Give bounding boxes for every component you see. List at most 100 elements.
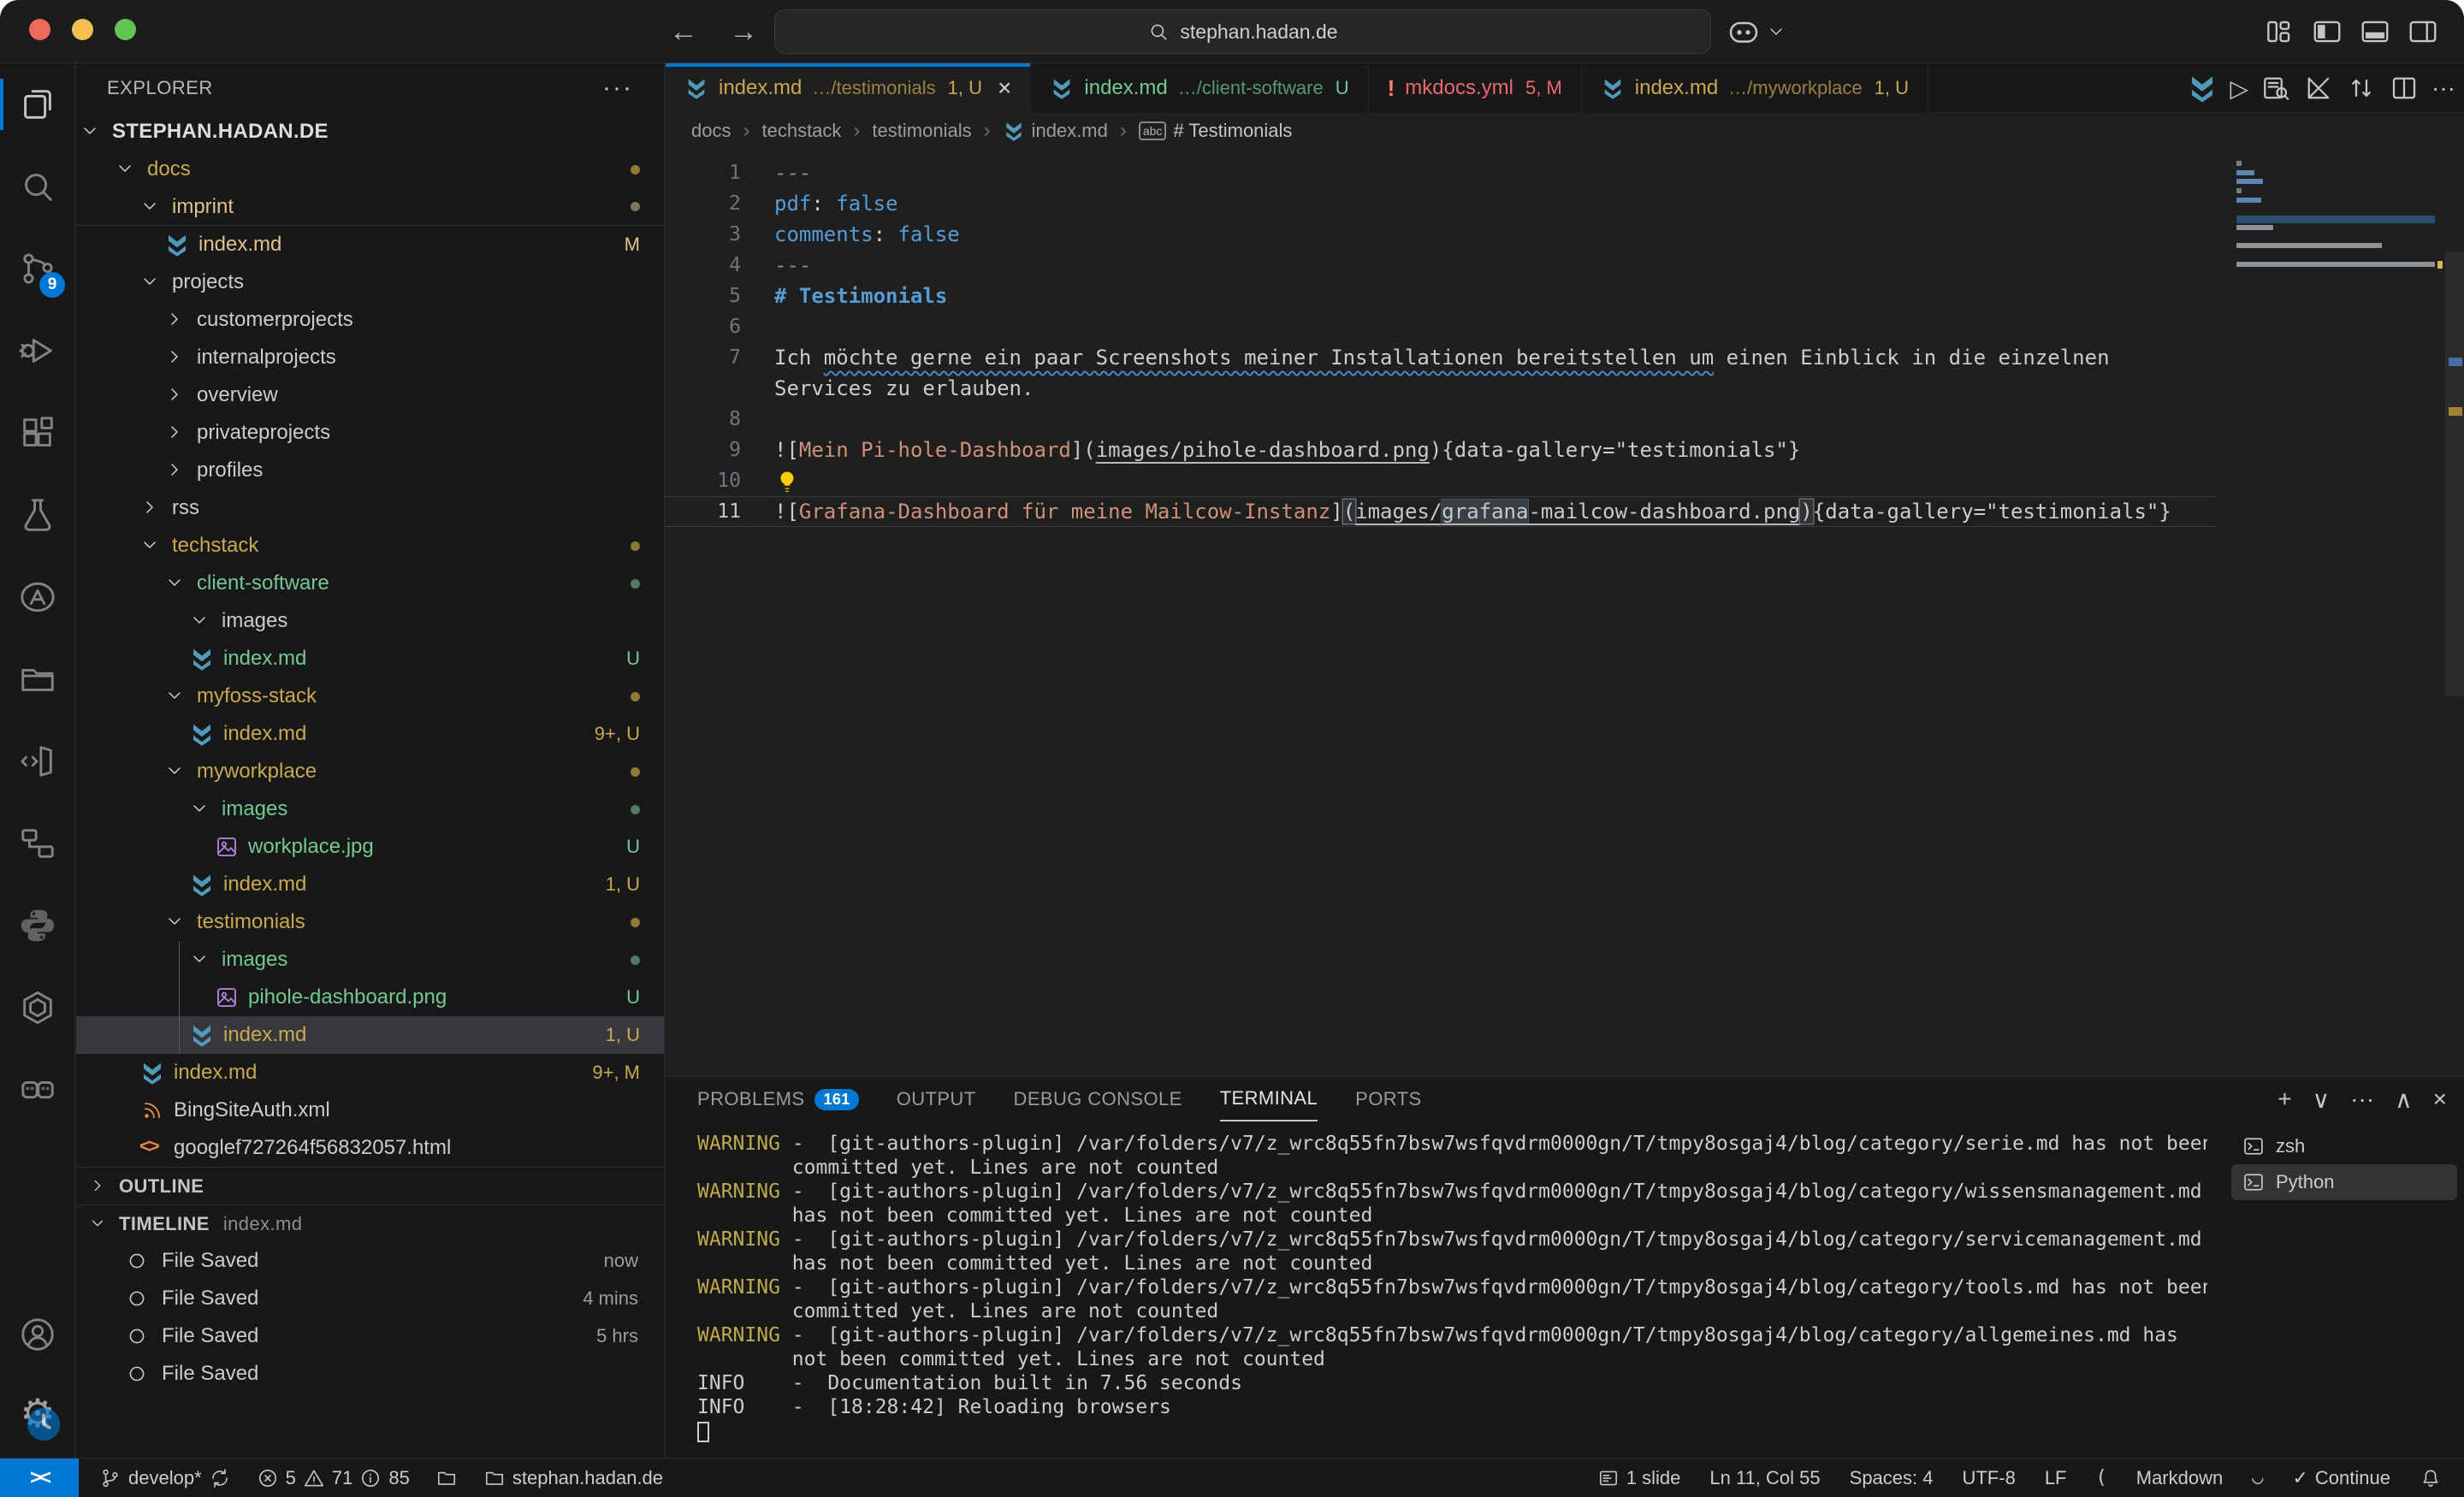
tree-item[interactable]: pihole-dashboard.pngU: [76, 979, 664, 1016]
tree-item[interactable]: images: [76, 790, 664, 828]
tree-item[interactable]: index.md1, U: [76, 1016, 664, 1054]
slides-status[interactable]: 1 slide: [1597, 1467, 1681, 1489]
explorer-more-actions[interactable]: ···: [602, 74, 633, 103]
timeline-item[interactable]: File Saved4 mins: [76, 1280, 664, 1317]
panel-tab-problems[interactable]: PROBLEMS161: [697, 1077, 859, 1121]
tree-item[interactable]: workplace.jpgU: [76, 828, 664, 866]
panel-tab-ports[interactable]: PORTS: [1355, 1077, 1421, 1121]
close-panel-icon[interactable]: ×: [2433, 1086, 2447, 1113]
new-terminal-icon[interactable]: +: [2277, 1086, 2291, 1113]
panel-tab-output[interactable]: OUTPUT: [897, 1077, 976, 1121]
editor-tab-mkdocs.yml[interactable]: !mkdocs.yml5, M: [1369, 63, 1582, 113]
workspace-folder-button[interactable]: [435, 1467, 458, 1489]
tree-item[interactable]: imprint: [76, 188, 664, 226]
close-window-button[interactable]: [29, 19, 50, 40]
tree-item[interactable]: STEPHAN.HADAN.DE: [76, 113, 664, 151]
open-preview-side-icon[interactable]: [2260, 73, 2291, 104]
editor-tab-index.md[interactable]: index.md…/testimonials1, U×: [666, 63, 1031, 113]
breadcrumb-item[interactable]: testimonials: [872, 120, 971, 142]
tree-item[interactable]: myworkplace: [76, 753, 664, 790]
markdown-preview-icon[interactable]: [2187, 73, 2218, 104]
open-changes-icon[interactable]: [2303, 73, 2334, 104]
timeline-item[interactable]: File Savednow: [76, 1242, 664, 1280]
run-icon[interactable]: ▷: [2230, 74, 2248, 103]
language-mode-status[interactable]: Markdown: [2136, 1467, 2223, 1489]
tree-item[interactable]: privateprojects: [76, 414, 664, 452]
zoom-window-button[interactable]: [115, 19, 136, 40]
remote-indicator[interactable]: ><: [0, 1459, 79, 1497]
tree-item[interactable]: index.md9+, M: [76, 1054, 664, 1092]
activity-item-run-and-debug[interactable]: [0, 310, 75, 392]
indentation-status[interactable]: Spaces: 4: [1850, 1467, 1934, 1489]
panel-tab-terminal[interactable]: TERMINAL: [1220, 1077, 1318, 1121]
workspace-name-button[interactable]: stephan.hadan.de: [483, 1467, 663, 1489]
tree-item[interactable]: internalprojects: [76, 339, 664, 376]
tree-item[interactable]: projects: [76, 263, 664, 301]
tree-item[interactable]: index.mdM: [76, 226, 664, 263]
editor-tab-index.md[interactable]: index.md…/client-softwareU: [1031, 63, 1368, 113]
maximize-panel-icon[interactable]: ∧: [2395, 1086, 2413, 1114]
outline-section-header[interactable]: OUTLINE: [76, 1167, 664, 1204]
toggle-panel-icon[interactable]: [2356, 13, 2394, 50]
editor-tab-index.md[interactable]: index.md…/myworkplace1, U: [1582, 63, 1928, 113]
timeline-section-header[interactable]: TIMELINE index.md: [76, 1204, 664, 1242]
activity-item-augment-a[interactable]: [0, 556, 75, 638]
tree-item[interactable]: images: [76, 941, 664, 979]
tree-item[interactable]: customerprojects: [76, 301, 664, 339]
breadcrumb-item[interactable]: docs: [691, 120, 731, 142]
activity-item-hexagon-extension[interactable]: [0, 967, 75, 1049]
activity-item-explorer[interactable]: [0, 63, 75, 145]
activity-item-extensions[interactable]: [0, 392, 75, 474]
breadcrumb-item[interactable]: index.md: [1003, 120, 1108, 142]
continue-status[interactable]: ✓ Continue: [2292, 1467, 2390, 1489]
navigate-forward-button[interactable]: →: [729, 15, 758, 49]
timeline-item[interactable]: File Saved: [76, 1355, 664, 1393]
activity-item-live-server[interactable]: [0, 720, 75, 802]
tree-item[interactable]: client-software: [76, 565, 664, 602]
notifications-bell[interactable]: [2420, 1467, 2442, 1489]
terminal-output[interactable]: WARNING - [git-authors-plugin] /var/fold…: [697, 1132, 2207, 1449]
code-editor[interactable]: 1---2pdf: false3comments: false4---5# Te…: [666, 149, 2464, 1076]
tree-item[interactable]: BingSiteAuth.xml: [76, 1092, 664, 1129]
toggle-primary-sidebar-icon[interactable]: [2308, 13, 2346, 50]
breadcrumb-item[interactable]: abc# Testimonials: [1139, 120, 1293, 142]
panel-tab-debug-console[interactable]: DEBUG CONSOLE: [1014, 1077, 1182, 1121]
tree-item[interactable]: <>googlef727264f56832057.html: [76, 1129, 664, 1167]
breadcrumb-item[interactable]: techstack: [761, 120, 841, 142]
terminal-session-zsh[interactable]: zsh: [2231, 1128, 2457, 1164]
activity-item-python[interactable]: [0, 885, 75, 967]
terminal-session-python[interactable]: Python: [2231, 1164, 2457, 1200]
tree-item[interactable]: rss: [76, 489, 664, 527]
close-tab-icon[interactable]: ×: [998, 74, 1011, 102]
cursor-position-status[interactable]: Ln 11, Col 55: [1709, 1467, 1820, 1489]
activity-item-source-control[interactable]: 9: [0, 228, 75, 310]
tree-item[interactable]: images: [76, 602, 664, 640]
tree-item[interactable]: docs: [76, 151, 664, 188]
navigate-back-button[interactable]: ←: [669, 15, 698, 49]
activity-item-testing[interactable]: [0, 474, 75, 556]
more-actions-icon[interactable]: ···: [2431, 74, 2455, 102]
tree-item[interactable]: profiles: [76, 452, 664, 489]
launch-profile-icon[interactable]: ∨: [2313, 1086, 2331, 1114]
lightbulb-icon[interactable]: [774, 469, 800, 494]
sync-scroll-icon[interactable]: [2346, 73, 2377, 104]
tree-item[interactable]: index.mdU: [76, 640, 664, 677]
activity-item-settings[interactable]: ⚙: [0, 1374, 75, 1453]
encoding-status[interactable]: UTF-8: [1962, 1467, 2015, 1489]
copilot-menu[interactable]: [1727, 15, 1786, 49]
git-branch-status[interactable]: develop*: [99, 1467, 231, 1489]
activity-item-accounts[interactable]: [0, 1295, 75, 1374]
tree-item[interactable]: index.md9+, U: [76, 715, 664, 753]
tree-item[interactable]: testimonials: [76, 903, 664, 941]
problems-status[interactable]: 5 71 85: [257, 1467, 410, 1489]
toggle-secondary-sidebar-icon[interactable]: [2404, 13, 2442, 50]
activity-item-search[interactable]: [0, 145, 75, 228]
activity-item-copilot-faces[interactable]: [0, 1049, 75, 1131]
command-center-search[interactable]: stephan.hadan.de: [774, 9, 1711, 54]
tree-item[interactable]: myfoss-stack: [76, 677, 664, 715]
customize-layout-icon[interactable]: [2260, 13, 2298, 50]
tree-item[interactable]: overview: [76, 376, 664, 414]
eol-status[interactable]: LF: [2045, 1467, 2067, 1489]
timeline-item[interactable]: File Saved5 hrs: [76, 1317, 664, 1355]
activity-item-folder-view[interactable]: [0, 638, 75, 720]
